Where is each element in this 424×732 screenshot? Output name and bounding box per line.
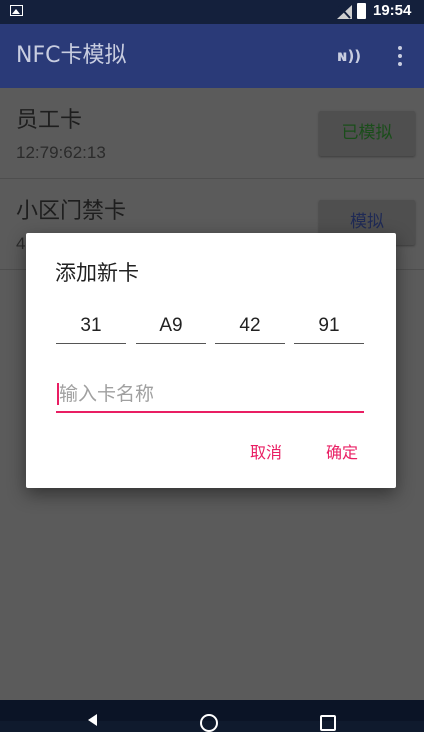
- image-icon: [10, 5, 23, 16]
- card-id: 4: [16, 234, 26, 253]
- status-time: 19:54: [373, 2, 412, 19]
- nfc-icon[interactable]: ɴ)): [334, 44, 364, 68]
- navigation-bar: [0, 700, 424, 732]
- recents-icon[interactable]: [320, 715, 336, 731]
- hex-field-4[interactable]: 91: [294, 311, 364, 344]
- emulated-button[interactable]: 已模拟: [319, 111, 415, 156]
- no-signal-icon: [337, 5, 352, 19]
- more-vert-icon[interactable]: [390, 40, 410, 72]
- app-bar: NFC卡模拟 ɴ)): [0, 24, 424, 88]
- confirm-button[interactable]: 确定: [326, 441, 358, 465]
- back-icon[interactable]: [88, 714, 97, 726]
- home-icon[interactable]: [200, 714, 218, 732]
- card-name: 员工卡: [16, 108, 83, 133]
- app-title: NFC卡模拟: [16, 43, 127, 68]
- card-name: 小区门禁卡: [16, 199, 127, 224]
- card-name-input[interactable]: 输入卡名称: [56, 377, 364, 413]
- card-id: 12:79:62:13: [16, 143, 106, 162]
- status-bar: 19:54: [0, 0, 424, 24]
- hex-field-1[interactable]: 31: [56, 311, 126, 344]
- battery-icon: [357, 3, 366, 19]
- hex-field-2[interactable]: A9: [136, 311, 206, 344]
- hex-field-3[interactable]: 42: [215, 311, 285, 344]
- dialog-title: 添加新卡: [55, 261, 139, 285]
- cancel-button[interactable]: 取消: [250, 441, 282, 465]
- add-card-dialog: 添加新卡 31 A9 42 91 输入卡名称 取消 确定: [26, 233, 396, 488]
- card-name-placeholder: 输入卡名称: [59, 383, 155, 405]
- list-item[interactable]: 员工卡 12:79:62:13 已模拟: [0, 88, 424, 179]
